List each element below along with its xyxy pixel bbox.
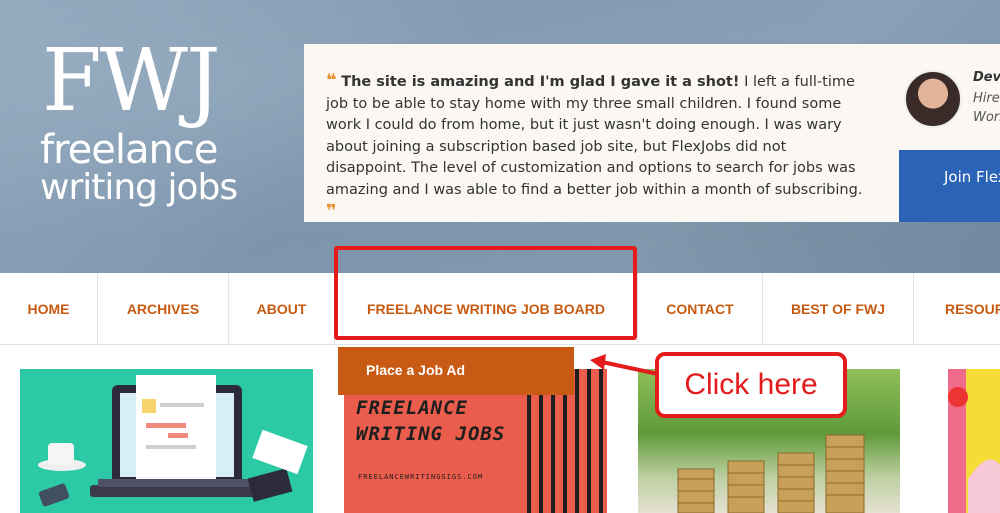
close-quote-icon: ❞ (326, 201, 337, 222)
nav-item-about[interactable]: ABOUT (229, 273, 335, 345)
site-header: FWJ freelance writing jobs ❝ The site is… (0, 0, 1000, 273)
job-board-highlight-box (334, 246, 637, 340)
testimonial-author: Devy (973, 70, 1000, 85)
testimonial-author-detail: Hired (973, 91, 1000, 106)
avatar (904, 70, 962, 128)
site-logo[interactable]: FWJ freelance writing jobs (40, 38, 280, 206)
place-job-ad-menu-item[interactable]: Place a Job Ad (338, 347, 574, 395)
post-thumbnail-partial[interactable] (948, 369, 1000, 513)
nav-item-archives[interactable]: ARCHIVES (98, 273, 229, 345)
testimonial-author-detail: Work (973, 110, 1000, 125)
nav-item-contact[interactable]: CONTACT (637, 273, 763, 345)
logo-word-freelance: freelance (40, 127, 218, 173)
flexjobs-testimonial-banner[interactable]: ❝ The site is amazing and I'm glad I gav… (304, 44, 1000, 222)
nav-item-best-of-fwj[interactable]: BEST OF FWJ (763, 273, 914, 345)
click-here-callout: Click here (655, 352, 847, 418)
arrow-icon (590, 354, 659, 376)
thumbnail-url: FREELANCEWRITINGGIGS.COM (358, 473, 484, 481)
post-thumbnail-laptop[interactable] (20, 369, 313, 513)
testimonial-quote: ❝ The site is amazing and I'm glad I gav… (326, 70, 866, 222)
partial-illustration (948, 369, 1000, 513)
logo-monogram: FWJ (42, 31, 221, 131)
logo-word-writing-jobs: writing jobs (40, 167, 238, 208)
thumbnail-title: FREELANCE WRITING JOBS (356, 397, 506, 445)
testimonial-body: I left a full-time job to be able to sta… (326, 74, 863, 198)
nav-item-home[interactable]: HOME (0, 273, 98, 345)
laptop-illustration (38, 375, 308, 507)
nav-item-resources[interactable]: RESOUR (914, 273, 1000, 345)
testimonial-lead: The site is amazing and I'm glad I gave … (341, 74, 740, 90)
open-quote-icon: ❝ (326, 70, 337, 91)
join-flexjobs-button[interactable]: Join Flex (899, 150, 1000, 222)
